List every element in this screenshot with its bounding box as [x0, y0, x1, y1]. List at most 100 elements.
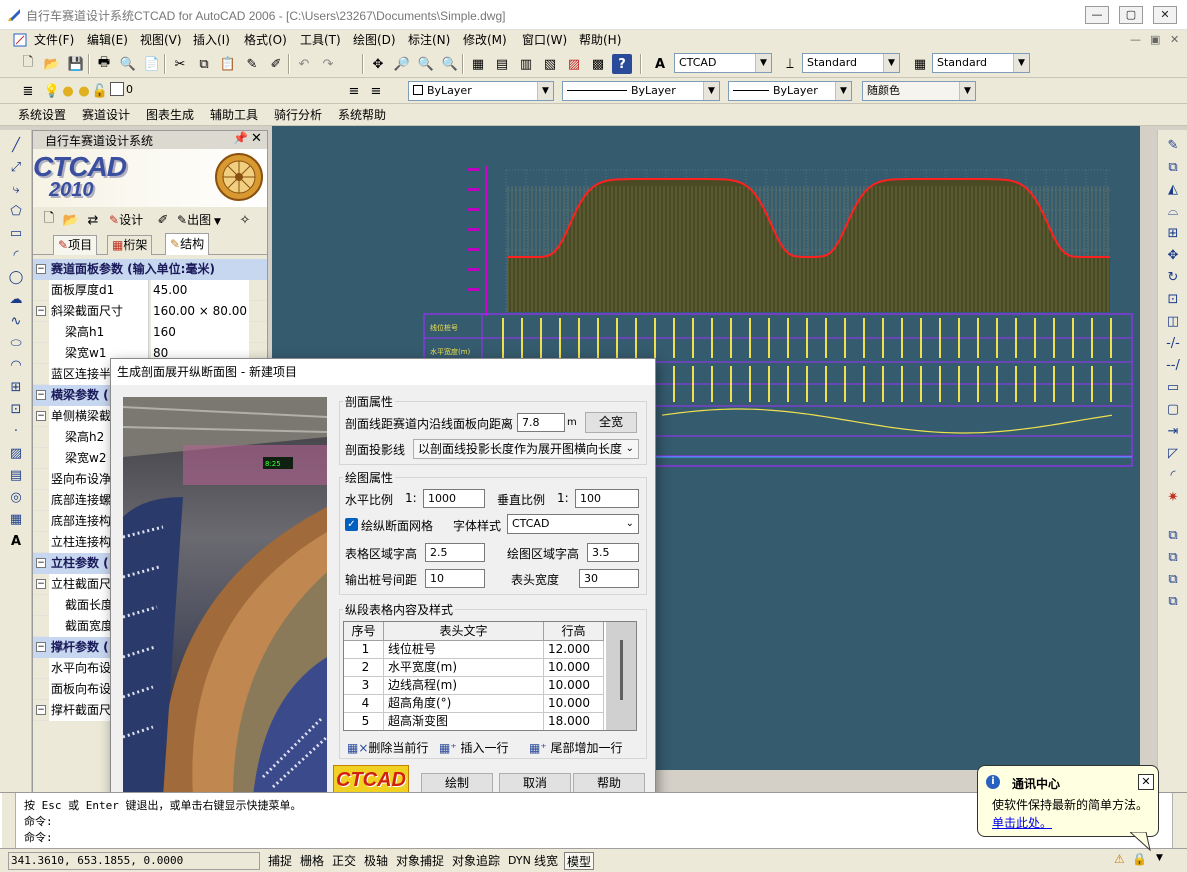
ortho-toggle[interactable]: 正交	[330, 852, 358, 870]
draworder-front-icon[interactable]: ⧉	[1163, 548, 1183, 568]
break-icon[interactable]: ▭	[1163, 378, 1183, 398]
command-prompt[interactable]: 命令:	[24, 829, 53, 845]
property-row[interactable]: 面板厚度d1 45.00	[33, 280, 267, 301]
matchprop-icon[interactable]: ✎	[242, 54, 262, 74]
blockedit-icon[interactable]: ✐	[266, 54, 286, 74]
property-row[interactable]: 梁高h1 160	[33, 322, 267, 343]
designcenter-icon[interactable]: ▤	[492, 54, 512, 74]
extend-icon[interactable]: --/	[1163, 356, 1183, 376]
open-project-icon[interactable]: 📂	[61, 210, 81, 230]
make-block-icon[interactable]: ⊡	[6, 400, 26, 420]
balloon-link[interactable]: 单击此处。	[992, 814, 1052, 831]
copy-icon[interactable]: ⧉	[194, 54, 214, 74]
rotate-icon[interactable]: ↻	[1163, 268, 1183, 288]
tab-structure[interactable]: ✎结构	[165, 233, 210, 255]
offset-icon[interactable]: ⌓	[1163, 202, 1183, 222]
draworder-above-icon[interactable]: ⧉	[1163, 592, 1183, 612]
hscale-input[interactable]: 1000	[423, 489, 485, 508]
close-button[interactable]: ✕	[1153, 6, 1177, 24]
polyline-icon[interactable]: ⤷	[6, 180, 26, 200]
layer-manager-icon[interactable]: ≣	[18, 81, 38, 101]
draw-h-input[interactable]: 3.5	[587, 543, 639, 562]
join-icon[interactable]: ⇥	[1163, 422, 1183, 442]
tab-project[interactable]: ✎项目	[53, 235, 98, 255]
stretch-icon[interactable]: ◫	[1163, 312, 1183, 332]
dimstyle-combo[interactable]: Standard ▼	[802, 53, 900, 73]
table-cell[interactable]: 5	[344, 713, 384, 730]
table-cell[interactable]: 10.000	[544, 659, 604, 677]
markup-icon[interactable]: ▨	[564, 54, 584, 74]
textstyle-combo[interactable]: CTCAD ▼	[674, 53, 772, 73]
snap-toggle[interactable]: 捕捉	[266, 852, 294, 870]
tools-icon[interactable]: ✧	[235, 210, 255, 230]
mirror-icon[interactable]: ◭	[1163, 180, 1183, 200]
table-cell[interactable]: 18.000	[544, 713, 604, 730]
append-row-button[interactable]: ▦⁺ 尾部增加一行	[529, 739, 623, 756]
sheetset-icon[interactable]: ▧	[540, 54, 560, 74]
menu-tools[interactable]: 工具(T)	[300, 30, 341, 50]
linetype-combo[interactable]: ByLayer ▼	[562, 81, 720, 101]
menu-edit[interactable]: 编辑(E)	[87, 30, 128, 50]
font-select[interactable]: CTCAD ⌄	[507, 514, 639, 534]
menu-file[interactable]: 文件(F)	[34, 30, 74, 50]
move-icon[interactable]: ✥	[1163, 246, 1183, 266]
polar-toggle[interactable]: 极轴	[362, 852, 390, 870]
hatch-icon[interactable]: ▨	[6, 444, 26, 464]
textstyle-icon[interactable]: A	[650, 54, 670, 74]
properties-icon[interactable]: ▦	[468, 54, 488, 74]
insert-row-button[interactable]: ▦⁺ 插入一行	[439, 739, 509, 756]
copy-object-icon[interactable]: ⧉	[1163, 158, 1183, 178]
draworder-back-icon[interactable]: ⧉	[1163, 570, 1183, 590]
import-icon[interactable]: ⇄	[83, 210, 103, 230]
color-combo[interactable]: ByLayer ▼	[408, 81, 554, 101]
array-icon[interactable]: ⊞	[1163, 224, 1183, 244]
plotstyle-combo[interactable]: 随颜色 ▼	[862, 81, 976, 101]
fillet-icon[interactable]: ◜	[1163, 466, 1183, 486]
close-icon[interactable]: ✕	[251, 131, 262, 146]
undo-icon[interactable]: ↶	[294, 54, 314, 74]
edit-icon[interactable]: ✐	[153, 210, 173, 230]
output-button[interactable]: ✎出图 ▼	[175, 210, 223, 230]
rectangle-icon[interactable]: ▭	[6, 224, 26, 244]
zoom-previous-icon[interactable]: 🔍	[440, 54, 460, 74]
spline-icon[interactable]: ∿	[6, 312, 26, 332]
command-scrollbar[interactable]	[1172, 793, 1187, 849]
menu-modify[interactable]: 修改(M)	[463, 30, 507, 50]
grid-checkbox[interactable]: ✓	[345, 518, 358, 531]
design-button[interactable]: ✎设计	[107, 210, 145, 230]
model-toggle[interactable]: 模型	[564, 852, 595, 870]
help-icon[interactable]: ?	[612, 54, 632, 74]
property-row[interactable]: − 斜梁截面尺寸 160.00 × 80.00	[33, 301, 267, 322]
table-cell[interactable]: 超高渐变图	[384, 713, 544, 730]
arc-icon[interactable]: ◜	[6, 246, 26, 266]
save-icon[interactable]: 💾	[66, 54, 86, 74]
layer-name[interactable]: 0	[126, 83, 133, 96]
ellipse-icon[interactable]: ⬭	[6, 334, 26, 354]
help-button[interactable]: 帮助	[573, 773, 645, 794]
gradient-icon[interactable]: ▤	[6, 466, 26, 486]
calculator-icon[interactable]: ▩	[588, 54, 608, 74]
tablestyle-icon[interactable]: ▦	[910, 54, 930, 74]
doc-restore-icon[interactable]: ▣	[1150, 33, 1160, 46]
tablestyle-combo[interactable]: Standard ▼	[932, 53, 1030, 73]
property-category[interactable]: − 赛道面板参数 (输入单位:毫米)	[33, 259, 267, 280]
grid-scrollbar[interactable]	[606, 622, 636, 730]
new-icon[interactable]: 🗋	[18, 54, 38, 74]
cancel-button[interactable]: 取消	[499, 773, 571, 794]
cut-icon[interactable]: ✂	[170, 54, 190, 74]
close-icon[interactable]: ✕	[1138, 774, 1154, 790]
appmenu-help[interactable]: 系统帮助	[338, 105, 386, 125]
dimstyle-icon[interactable]: ⟘	[780, 54, 800, 74]
table-cell[interactable]: 超高角度(°)	[384, 695, 544, 713]
lineweight-combo[interactable]: ByLayer ▼	[728, 81, 852, 101]
zoom-window-icon[interactable]: 🔍	[416, 54, 436, 74]
table-icon[interactable]: ▦	[6, 510, 26, 530]
open-icon[interactable]: 📂	[42, 54, 62, 74]
paste-icon[interactable]: 📋	[218, 54, 238, 74]
circle-icon[interactable]: ◯	[6, 268, 26, 288]
menu-dimension[interactable]: 标注(N)	[408, 30, 450, 50]
fullwidth-button[interactable]: 全宽	[585, 412, 637, 433]
table-cell[interactable]: 10.000	[544, 695, 604, 713]
chamfer-icon[interactable]: ◸	[1163, 444, 1183, 464]
menu-draw[interactable]: 绘图(D)	[353, 30, 396, 50]
